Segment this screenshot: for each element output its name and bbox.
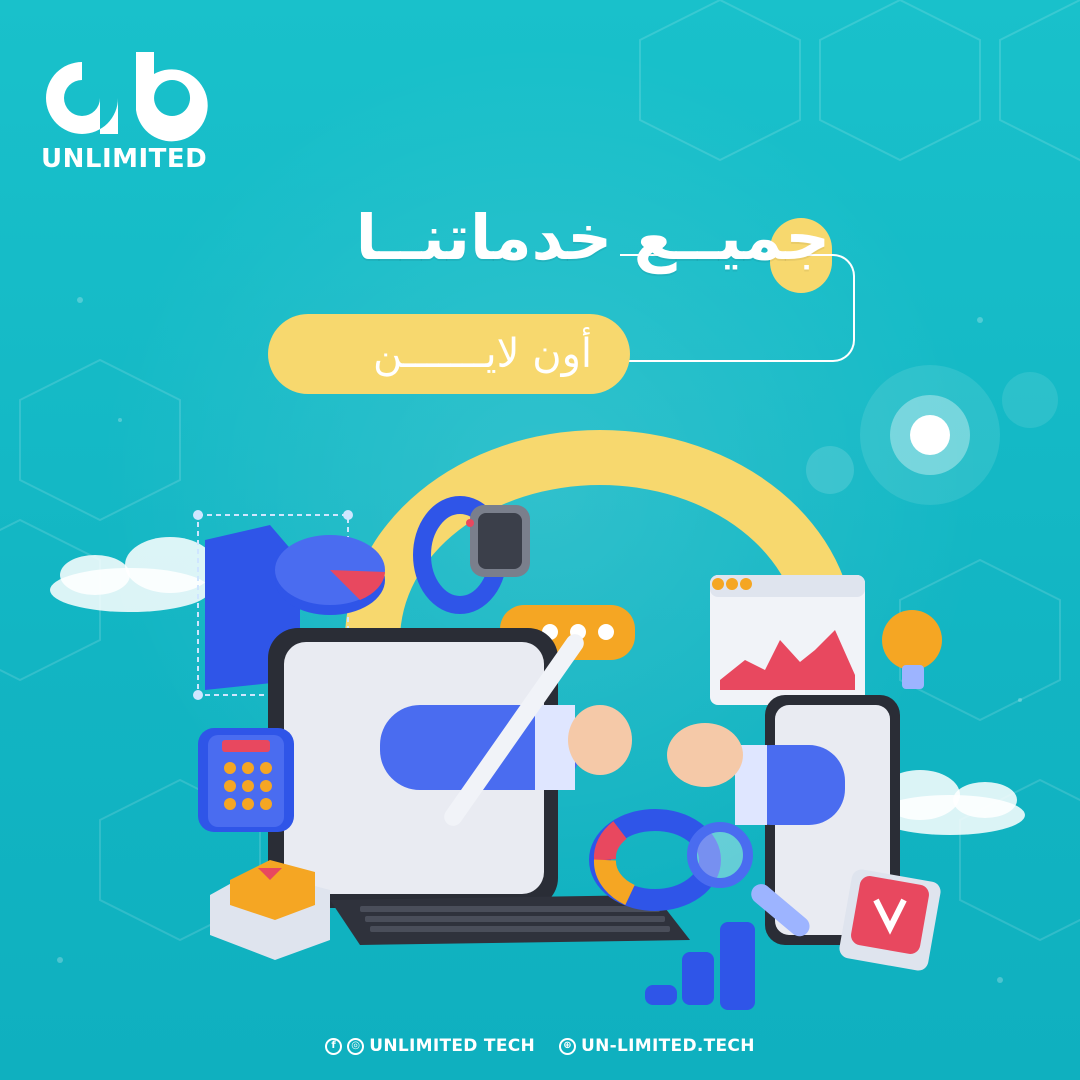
instagram-icon[interactable]: ◎	[347, 1037, 365, 1055]
browser-chart-icon	[710, 575, 865, 705]
cloud-left	[50, 537, 215, 612]
services-illustration	[50, 430, 1025, 1010]
brand-name: UNLIMITED	[41, 144, 208, 174]
smartwatch-icon	[413, 496, 530, 614]
pie-chart-icon	[275, 535, 385, 615]
footer-website[interactable]: ⊕ UN-LIMITED.TECH	[559, 1036, 755, 1056]
footer-social[interactable]: f ◎ UNLIMITED TECH	[325, 1036, 535, 1056]
light-bulb-icon	[882, 610, 942, 689]
page-title: جميــع خدماتنــا	[355, 201, 830, 274]
footer: f ◎ UNLIMITED TECH ⊕ UN-LIMITED.TECH	[0, 1034, 1080, 1058]
checkbox-icon	[839, 869, 941, 971]
footer-social-handle: UNLIMITED TECH	[369, 1036, 536, 1056]
facebook-icon[interactable]: f	[325, 1037, 343, 1055]
orange-box-icon	[210, 860, 330, 960]
logo-mark-icon	[46, 52, 208, 142]
globe-icon: ⊕	[559, 1037, 577, 1055]
page-subtitle: أون لايـــــــن	[373, 331, 592, 377]
footer-website-url[interactable]: UN-LIMITED.TECH	[581, 1036, 755, 1056]
calculator-icon	[198, 728, 294, 832]
brand-logo: UNLIMITED	[36, 52, 226, 182]
